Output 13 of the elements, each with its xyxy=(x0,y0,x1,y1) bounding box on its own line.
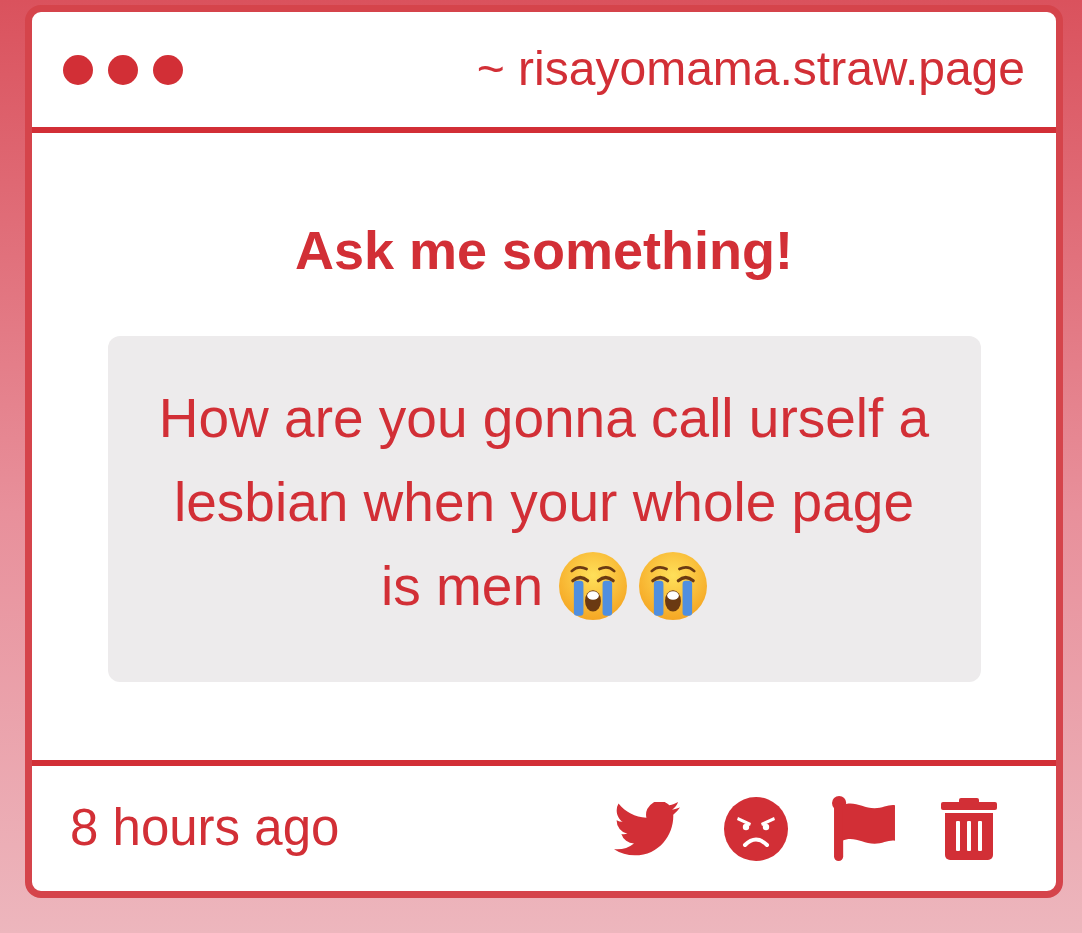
flag-icon[interactable] xyxy=(832,796,897,861)
window-dot-icon xyxy=(63,54,93,85)
angry-face-icon[interactable] xyxy=(724,796,788,861)
question-text-end: is men xyxy=(381,554,543,619)
window-dot-icon xyxy=(108,54,138,85)
bird-icon[interactable] xyxy=(614,801,680,856)
timestamp: 8 hours ago xyxy=(70,799,340,858)
window-dot-icon xyxy=(153,54,183,85)
trash-icon[interactable] xyxy=(941,797,997,860)
page-url: ~ risayomama.straw.page xyxy=(476,43,1025,96)
page-heading: Ask me something! xyxy=(294,219,794,282)
crying-face-icon xyxy=(639,552,707,620)
crying-face-icon xyxy=(559,552,627,620)
